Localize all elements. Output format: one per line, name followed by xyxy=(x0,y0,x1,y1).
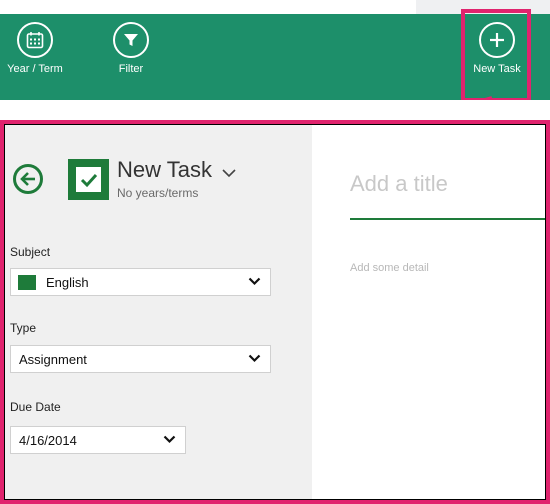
year-term-label: Year / Term xyxy=(7,63,63,75)
task-subtitle: No years/terms xyxy=(117,186,199,200)
calendar-icon xyxy=(17,22,53,58)
chevron-down-icon[interactable] xyxy=(222,169,236,178)
due-date-label: Due Date xyxy=(10,400,61,414)
title-underline xyxy=(350,218,545,220)
type-select[interactable]: Assignment xyxy=(10,345,271,373)
new-task-dialog: New Task No years/terms Subject English … xyxy=(4,124,546,500)
new-task-highlight xyxy=(461,9,531,102)
filter-icon xyxy=(113,22,149,58)
detail-input[interactable]: Add some detail xyxy=(350,262,429,274)
subject-color-swatch xyxy=(18,275,36,290)
filter-label: Filter xyxy=(118,63,144,75)
back-button[interactable] xyxy=(13,164,43,194)
task-title[interactable]: New Task xyxy=(117,157,212,183)
chevron-down-icon xyxy=(248,277,261,286)
due-date-picker[interactable]: 4/16/2014 xyxy=(10,426,186,454)
chevron-down-icon xyxy=(248,354,261,363)
top-background xyxy=(0,0,416,14)
type-label: Type xyxy=(10,321,37,335)
subject-value: English xyxy=(46,275,89,290)
gap xyxy=(0,100,550,120)
due-date-value: 4/16/2014 xyxy=(19,433,77,448)
year-term-button[interactable]: Year / Term xyxy=(0,14,70,100)
task-editor-pane: Add a title Add some detail xyxy=(312,125,545,499)
title-input[interactable]: Add a title xyxy=(350,171,448,197)
subject-label: Subject xyxy=(10,245,51,259)
chevron-down-icon xyxy=(163,435,176,444)
filter-button[interactable]: Filter xyxy=(96,14,166,100)
back-arrow-icon xyxy=(20,172,35,186)
subject-select[interactable]: English xyxy=(10,268,271,296)
task-checkbox-icon xyxy=(68,159,109,200)
task-properties-pane: New Task No years/terms Subject English … xyxy=(5,125,312,499)
type-value: Assignment xyxy=(19,352,87,367)
